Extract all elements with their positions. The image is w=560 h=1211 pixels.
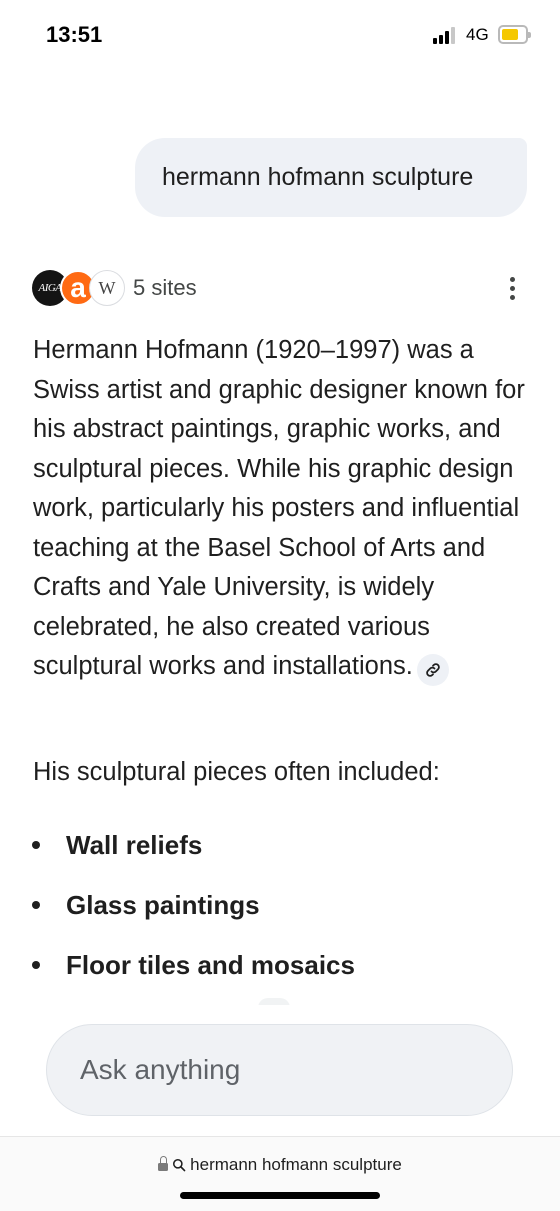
home-indicator[interactable] (180, 1192, 380, 1199)
browser-address-bar[interactable]: hermann hofmann sculpture (0, 1136, 560, 1211)
wikipedia-favicon-icon: W (89, 270, 125, 306)
ask-input[interactable] (46, 1024, 513, 1116)
answer-paragraph: Hermann Hofmann (1920–1997) was a Swiss … (33, 331, 533, 687)
url-text: hermann hofmann sculpture (190, 1155, 402, 1174)
status-bar: 13:51 4G (0, 0, 560, 70)
list-item-text: Glass paintings (66, 889, 260, 920)
search-icon (173, 1158, 186, 1172)
source-favicons[interactable]: AIGA a W (32, 268, 132, 308)
lock-icon (158, 1156, 169, 1172)
bullet-icon (32, 961, 40, 969)
url-row[interactable]: hermann hofmann sculpture (0, 1155, 560, 1175)
link-icon[interactable] (416, 654, 449, 686)
list-item: Wall reliefs (27, 815, 527, 875)
list-item-text: Floor tiles and mosaics (66, 949, 355, 980)
list-item: Glass paintings (27, 875, 527, 935)
status-time: 13:51 (46, 22, 103, 47)
bullet-icon (32, 901, 40, 909)
sources-row[interactable]: AIGA a W 5 sites (32, 268, 528, 308)
sculpture-list: Wall reliefs Glass paintings Floor tiles… (27, 815, 527, 995)
ask-bar (0, 1005, 560, 1136)
network-type: 4G (466, 25, 489, 44)
sources-count[interactable]: 5 sites (133, 275, 197, 301)
list-item-text: Wall reliefs (66, 829, 203, 860)
signal-strength-icon (433, 26, 459, 44)
list-intro: His sculptural pieces often included: (33, 758, 440, 786)
answer-text: Hermann Hofmann (1920–1997) was a Swiss … (33, 336, 525, 680)
user-query-bubble: hermann hofmann sculpture (135, 138, 527, 217)
battery-icon (498, 25, 531, 44)
more-vertical-icon[interactable] (502, 270, 522, 306)
bullet-icon (32, 841, 40, 849)
